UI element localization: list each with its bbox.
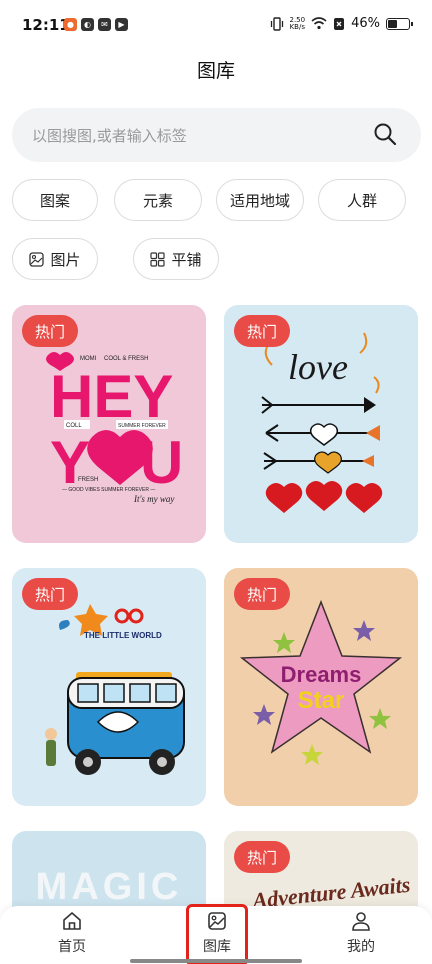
app-notification-icon: ◐ [81,18,94,31]
active-tab-highlight [186,904,248,964]
chip-label: 人群 [346,191,377,210]
card-text-magic: MAGIC [36,866,183,908]
card-text-love: love [288,347,348,387]
card-text-dreams: Dreams [281,662,362,687]
battery-level [388,19,397,28]
chip-label: 平铺 [171,250,202,269]
status-bar: 12:11 ● ◐ ✉ ▶ 2.50 KB/s 46% [0,0,432,50]
nav-label: 首页 [58,939,86,955]
hot-badge: 热门 [234,578,290,610]
net-speed: 2.50 KB/s [289,16,306,31]
chip-label: 图案 [39,191,70,210]
home-icon [63,912,81,930]
chip-label: 图片 [50,250,81,269]
card-text-good-vibes: — GOOD VIBES SUMMER FOREVER — [62,487,155,493]
card-text-its-my-way: It's my way [133,494,174,504]
home-indicator[interactable] [130,959,302,963]
card-text-cool-fresh: COOL & FRESH [104,356,148,362]
hot-badge: 热门 [234,841,290,873]
nav-item-home[interactable]: 首页 [32,910,112,962]
status-app-icons: ● ◐ ✉ ▶ [64,18,128,31]
filter-chip-pattern[interactable]: 图案 [12,179,98,221]
gallery-card[interactable]: Dreams Star 热门 [224,568,418,806]
user-icon [352,912,370,931]
vibrate-icon [270,16,283,31]
hot-badge: 热门 [234,315,290,347]
chip-label: 适用地域 [229,191,290,210]
net-speed-unit: KB/s [289,22,305,31]
search-input[interactable]: 以图搜图,或者输入标签 [12,108,421,162]
filter-chip-audience[interactable]: 人群 [318,179,406,221]
card-text-star: Star [298,687,345,714]
card-text-y: Y [50,429,90,496]
battery-percent: 46% [351,16,380,31]
card-text-fresh: FRESH [78,477,98,483]
card-text-little-world: THE LITTLE WORLD [84,631,162,640]
card-text-hey: HEY [50,363,173,430]
search-icon[interactable] [373,122,397,146]
status-time: 12:11 [22,16,70,34]
nav-item-profile[interactable]: 我的 [321,910,401,962]
page-title: 图库 [196,60,235,82]
hot-badge: 热门 [22,315,78,347]
filter-chip-tile[interactable]: 平铺 [133,238,219,280]
card-text-momi: MOMI [80,356,97,362]
image-icon [29,251,45,267]
filter-chip-region[interactable]: 适用地域 [216,179,304,221]
battery-icon [386,17,413,30]
status-indicators: 2.50 KB/s 46% [270,16,413,31]
card-text-u: U [140,429,183,496]
nav-label: 我的 [347,939,375,955]
app-notification-icon: ● [64,18,77,31]
filter-chip-image[interactable]: 图片 [12,238,98,280]
filter-chip-element[interactable]: 元素 [114,179,202,221]
wifi-icon [311,17,327,30]
mail-icon: ✉ [98,18,111,31]
chip-label: 元素 [142,191,173,210]
no-sim-icon [334,17,345,30]
search-placeholder: 以图搜图,或者输入标签 [32,127,187,145]
gallery-card[interactable]: love 热门 [224,305,418,543]
hot-badge: 热门 [22,578,78,610]
gallery-card[interactable]: MOMI COOL & FRESH HEY COLL SUMMER FOREVE… [12,305,206,543]
play-icon: ▶ [115,18,128,31]
gallery-card[interactable]: THE LITTLE WORLD 热门 [12,568,206,806]
grid-icon [150,251,166,267]
